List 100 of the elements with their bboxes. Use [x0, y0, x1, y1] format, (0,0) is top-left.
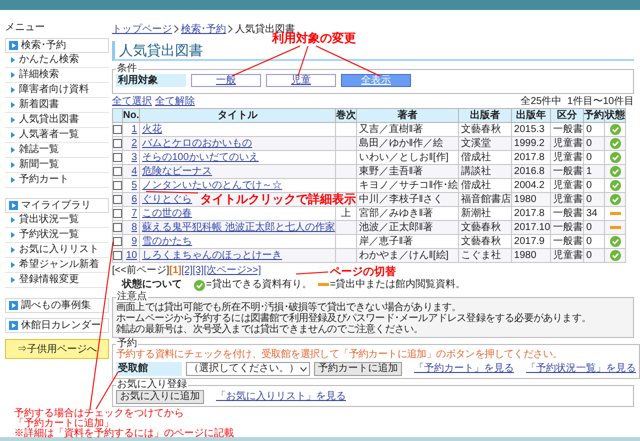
select-all-link[interactable]: 全て選択	[112, 96, 152, 107]
leader-line	[296, 272, 328, 274]
menu-section-header[interactable]: 調べもの事例集	[5, 298, 109, 313]
triangle-bullet-icon	[11, 117, 15, 123]
triangle-bullet-icon	[11, 57, 15, 63]
deselect-all-link[interactable]: 全て解除	[155, 96, 195, 107]
row-checkbox[interactable]	[113, 237, 122, 246]
arrow-square-icon	[9, 321, 18, 330]
chevron-icon	[174, 25, 179, 33]
title-link[interactable]: ぐりとぐら	[142, 194, 192, 204]
legend-text: =貸出中または館内閲覧資料。	[330, 279, 466, 291]
annotation-text: ページの切替	[330, 266, 396, 278]
view-link[interactable]: 「予約カート」を見る	[414, 363, 514, 375]
section-title: 検索･予約	[21, 40, 66, 52]
favorites-list-link[interactable]: 「お気に入りリスト」を見る	[216, 391, 346, 403]
menu-item[interactable]: 貸出状況一覧	[5, 213, 109, 228]
triangle-bullet-icon	[11, 232, 15, 238]
menu-item[interactable]: 予約状況一覧	[5, 228, 109, 243]
arrow-square-icon	[9, 301, 18, 310]
column-header: 予約	[584, 108, 605, 122]
column-header: タイトル	[140, 108, 336, 122]
row-checkbox[interactable]	[113, 181, 122, 190]
audience-option[interactable]: 児童	[266, 74, 336, 87]
leader-line	[146, 191, 198, 194]
row-checkbox[interactable]	[113, 153, 122, 162]
title-link[interactable]: 火花	[142, 124, 162, 134]
column-header: 巻次	[335, 108, 356, 122]
row-checkbox[interactable]	[113, 195, 122, 204]
triangle-bullet-icon	[11, 72, 15, 78]
legend-text: =貸出できる資料有り。	[206, 279, 312, 291]
triangle-bullet-icon	[11, 132, 15, 138]
section-title: マイライブラリ	[21, 200, 91, 212]
menu-label: メニュー	[5, 22, 46, 34]
kids-page-button[interactable]: ⇒子供用ページへ	[5, 339, 109, 359]
number-link[interactable]: 10	[122, 248, 140, 262]
menu-item[interactable]: かんたん検索	[5, 53, 109, 68]
panel-legend: 予約	[116, 339, 138, 349]
menu-item[interactable]: 雑誌一覧	[5, 143, 109, 158]
triangle-bullet-icon	[11, 177, 15, 183]
menu-item[interactable]: お気に入りリスト	[5, 243, 109, 258]
panel-legend: お気に入り登録	[116, 380, 188, 390]
page-link[interactable]: [2]	[181, 265, 193, 277]
row-checkbox[interactable]	[113, 223, 122, 232]
leader-line	[316, 46, 380, 76]
triangle-bullet-icon	[11, 247, 15, 253]
field-label: 受取館	[116, 362, 182, 376]
note-text: ホームページから予約するには図書館で利用登録及びパスワード･メールアドレス登録をする必要があります。	[116, 313, 592, 324]
breadcrumb-link[interactable]: トップページ	[112, 22, 172, 36]
add-to-cart-button[interactable]: 予約カートに追加	[314, 362, 402, 376]
page-title: 人気貸出図書	[119, 42, 203, 58]
next-page-link[interactable]: [次ページ>>]	[204, 265, 261, 277]
panel-legend: 条件	[116, 64, 138, 74]
menu-item[interactable]: 新着図書	[5, 98, 109, 113]
audience-option[interactable]: 一般	[191, 74, 261, 87]
row-checkbox[interactable]	[113, 139, 122, 148]
row-checkbox[interactable]	[113, 167, 122, 176]
menu-item[interactable]: 登録情報変更	[5, 273, 109, 288]
arrow-square-icon	[9, 41, 18, 50]
column-header: 状態	[604, 108, 626, 122]
triangle-bullet-icon	[11, 162, 15, 168]
menu-item[interactable]: 人気著者一覧	[5, 128, 109, 143]
reserve-instruction: 予約する資料にチェックを付け、受取館を選択して「予約カートに追加」のボタンを押してください。	[116, 349, 564, 361]
legend-label: 状態について	[122, 279, 182, 290]
triangle-bullet-icon	[11, 102, 15, 108]
section-title: 休館日カレンダー	[21, 320, 101, 332]
column-header: 区分	[550, 108, 584, 122]
annotation-text: 利用対象の変更	[272, 31, 356, 45]
triangle-bullet-icon	[11, 217, 15, 223]
note-text: 雑誌の最新号は、次号受入までは貸出できませんのでご注意ください。	[116, 324, 424, 335]
breadcrumb-link[interactable]: 検索･予約	[181, 22, 226, 36]
table-cell: わかやま／けん‖[絵]	[356, 248, 459, 262]
table-cell: 児童書	[550, 248, 584, 262]
menu-section-header[interactable]: マイライブラリ	[5, 198, 109, 213]
pickup-library-select[interactable]: （選択してください。）	[186, 362, 310, 376]
column-header: No.	[122, 108, 140, 122]
table-cell: こぐま社	[458, 248, 512, 262]
triangle-bullet-icon	[11, 147, 15, 153]
view-link[interactable]: 「予約状況一覧」を見る	[526, 363, 636, 375]
menu-item[interactable]: 詳細検索	[5, 68, 109, 83]
menu-item[interactable]: 障害者向け資料	[5, 83, 109, 98]
row-checkbox[interactable]	[113, 125, 122, 134]
table-cell: 0	[584, 248, 605, 262]
add-favorite-button[interactable]: お気に入りに追加	[116, 390, 204, 404]
menu-item[interactable]: 予約カート	[5, 173, 109, 188]
field-label: 利用対象	[116, 74, 186, 87]
annotation-text: 予約する場合はチェックをつけてから 「予約カートに追加」 ※詳細は「資料を予約するには」のページに記載	[14, 409, 234, 439]
panel-legend: 注意点	[116, 292, 148, 302]
row-checkbox[interactable]	[113, 209, 122, 218]
menu-item[interactable]: 新聞一覧	[5, 158, 109, 173]
result-count: 全25件中 1件目〜10件目	[520, 96, 634, 107]
triangle-bullet-icon	[11, 87, 15, 93]
row-checkbox[interactable]	[113, 251, 122, 260]
menu-item[interactable]: 希望ジャンル新着	[5, 258, 109, 273]
page-link[interactable]: [3]	[192, 265, 204, 277]
menu-item[interactable]: 人気貸出図書	[5, 113, 109, 128]
menu-section-header[interactable]: 休館日カレンダー	[5, 318, 109, 333]
menu-section-header[interactable]: 検索･予約	[5, 38, 109, 53]
header-cell	[112, 108, 122, 122]
triangle-bullet-icon	[11, 262, 15, 268]
prev-page-text: [<<前ページ]	[112, 265, 170, 277]
